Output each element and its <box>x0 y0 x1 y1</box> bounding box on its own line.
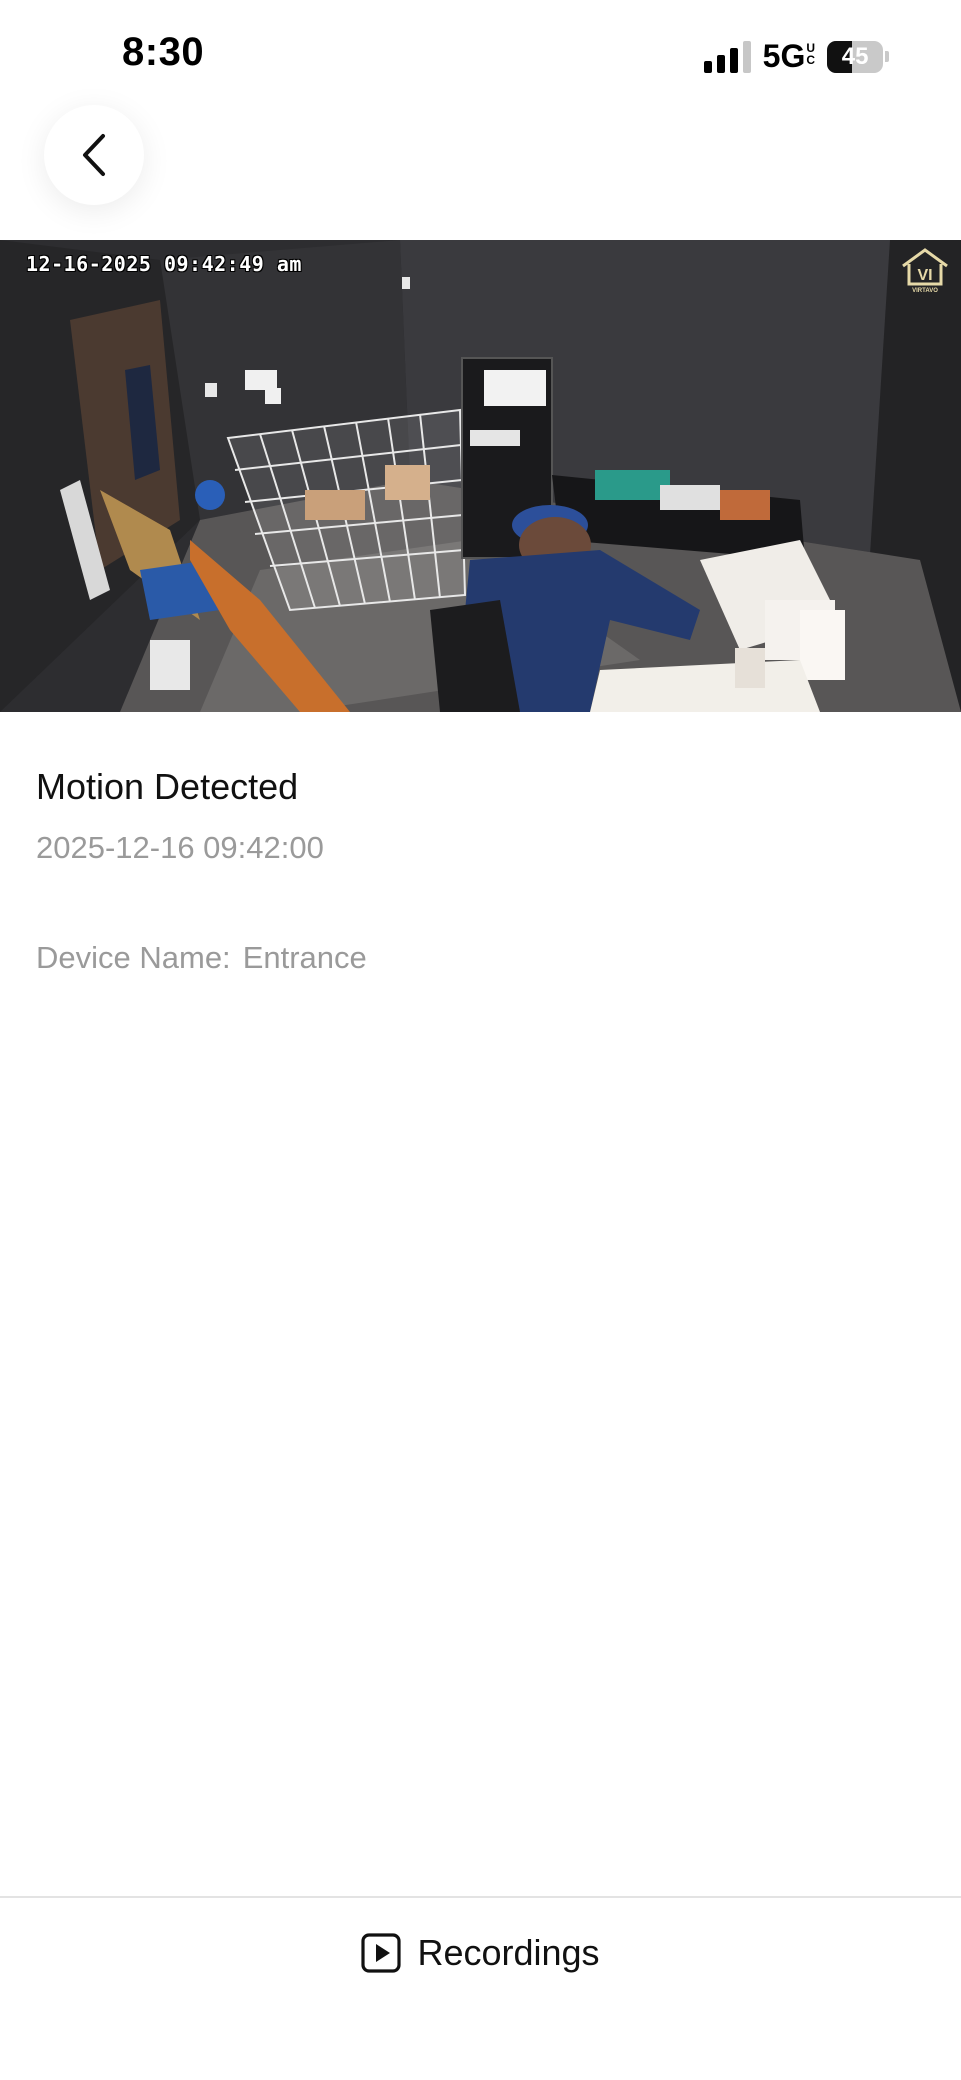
device-name-value: Entrance <box>242 940 367 975</box>
back-button[interactable] <box>44 105 144 205</box>
event-detail-screen: 8:30 5G UC 45 12-16-2025 09:42:49 am VI … <box>0 0 961 2080</box>
status-indicators: 5G UC 45 <box>703 38 889 75</box>
event-datetime: 2025-12-16 09:42:00 <box>36 830 324 865</box>
virtavo-logo: VI VIRTAVO <box>902 248 948 294</box>
network-label: 5G <box>762 38 806 74</box>
chevron-left-icon <box>83 134 105 176</box>
camera-scene <box>0 240 961 712</box>
device-name-label: Device Name: <box>36 940 231 975</box>
logo-text: VIRTAVO <box>912 288 938 294</box>
svg-text:VI: VI <box>917 267 932 284</box>
status-bar: 8:30 5G UC 45 <box>0 0 961 110</box>
status-time: 8:30 <box>122 30 205 74</box>
video-timestamp: 12-16-2025 09:42:49 am <box>26 252 302 276</box>
device-info: Device Name: Entrance <box>36 940 367 976</box>
network-type: 5G UC <box>763 38 815 75</box>
play-square-icon <box>361 1933 402 1973</box>
event-title: Motion Detected <box>36 766 299 807</box>
recordings-button[interactable]: Recordings <box>0 1898 961 2008</box>
recordings-label: Recordings <box>417 1932 600 1973</box>
cellular-signal-icon <box>703 40 751 73</box>
battery-icon: 45 <box>827 40 889 73</box>
battery-percent: 45 <box>841 42 869 70</box>
network-badge: UC <box>806 41 815 67</box>
camera-snapshot[interactable]: 12-16-2025 09:42:49 am VI VIRTAVO <box>0 240 961 712</box>
